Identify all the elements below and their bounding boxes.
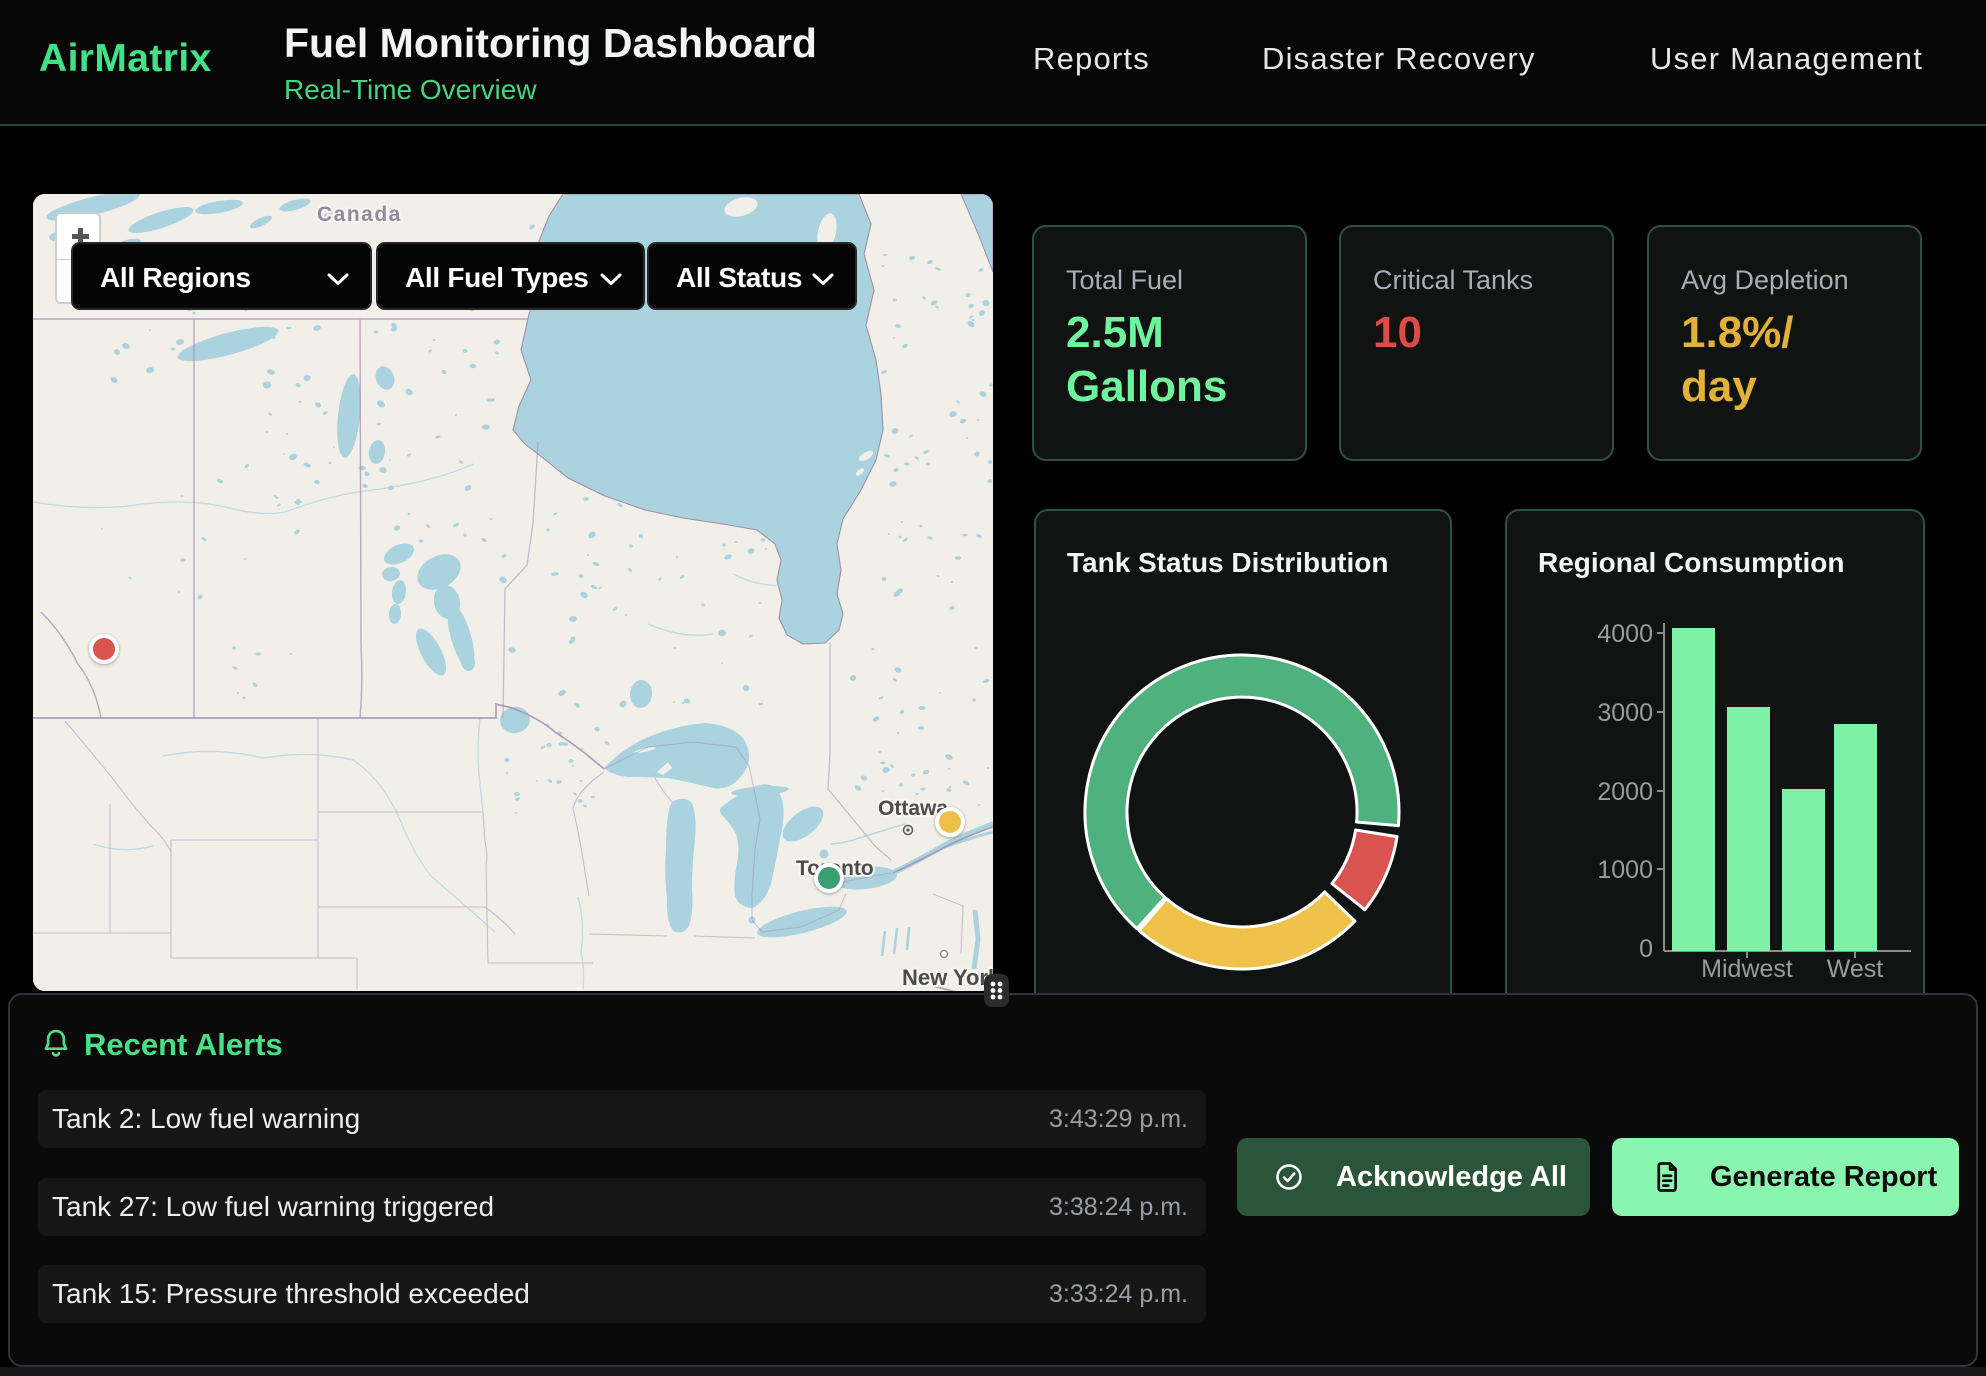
svg-text:2000: 2000 bbox=[1597, 778, 1653, 806]
svg-text:Canada: Canada bbox=[317, 203, 402, 226]
svg-text:0: 0 bbox=[1639, 935, 1653, 963]
svg-text:3000: 3000 bbox=[1597, 699, 1653, 727]
svg-text:New York: New York bbox=[902, 965, 993, 990]
svg-text:4000: 4000 bbox=[1597, 620, 1653, 648]
svg-text:Midwest: Midwest bbox=[1701, 955, 1793, 983]
svg-text:1000: 1000 bbox=[1597, 856, 1653, 884]
svg-text:West: West bbox=[1827, 955, 1884, 983]
